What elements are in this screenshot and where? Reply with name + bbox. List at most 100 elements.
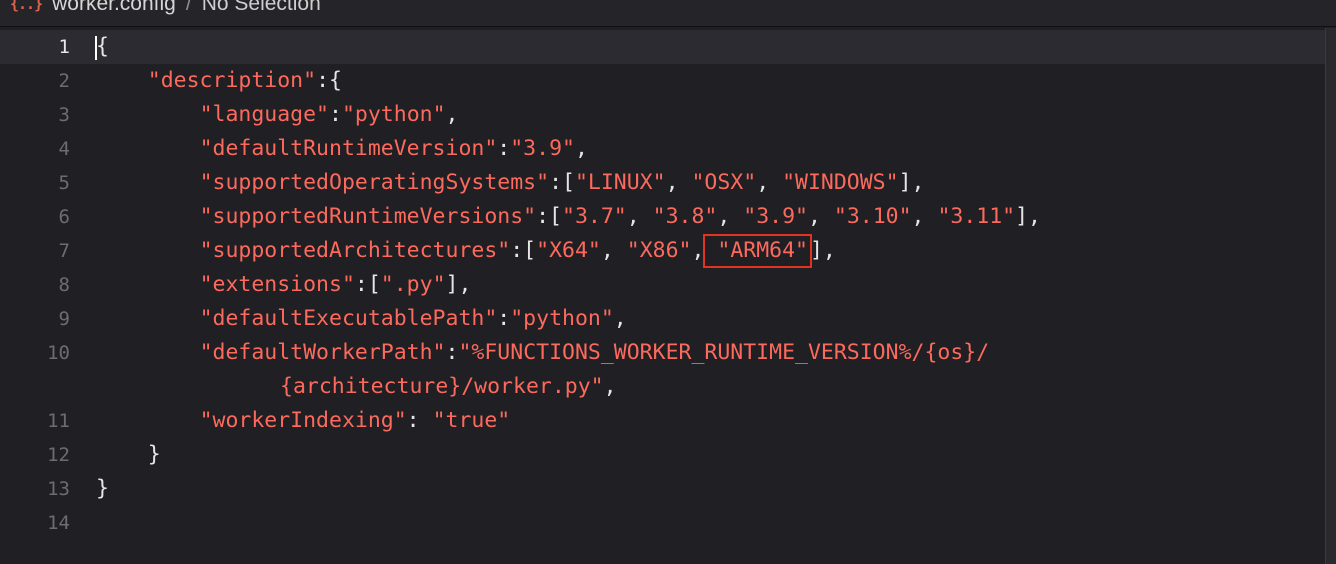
json-key: "description": [147, 68, 317, 93]
json-punctuation: ,: [603, 374, 617, 399]
json-punctuation: ,: [574, 136, 588, 161]
json-string: ".py": [380, 272, 446, 297]
json-key: "supportedRuntimeVersions": [199, 204, 537, 229]
json-brace: {: [96, 34, 109, 59]
line-number: 4: [58, 138, 70, 160]
code-line[interactable]: 2 "description":{: [0, 64, 1325, 98]
highlight-annotation-box: "ARM64": [703, 234, 812, 268]
json-string: "3.9": [743, 204, 808, 229]
wrapped-continuation: {architecture}/worker.py",: [96, 370, 989, 404]
json-punctuation: ,: [445, 102, 459, 127]
json-punctuation: ],: [1015, 204, 1041, 229]
json-string: "3.11": [937, 204, 1016, 229]
json-string: "X64": [536, 238, 601, 263]
code-text: "workerIndexing": "true": [96, 404, 511, 438]
json-string: {architecture}/worker.py": [280, 374, 604, 399]
line-number: 10: [47, 342, 70, 364]
line-number: 9: [58, 308, 70, 330]
json-punctuation: ,: [911, 204, 938, 229]
json-punctuation: ],: [898, 170, 925, 195]
json-key: "defaultExecutablePath": [199, 306, 498, 331]
code-line[interactable]: 5 "supportedOperatingSystems":["LINUX", …: [0, 166, 1325, 200]
code-line[interactable]: 9 "defaultExecutablePath":"python",: [0, 302, 1325, 336]
code-text: "description":{: [96, 64, 342, 98]
json-string: "ARM64": [717, 238, 808, 263]
code-text: "defaultRuntimeVersion":"3.9",: [96, 132, 588, 166]
line-number: 12: [47, 444, 70, 466]
vertical-scrollbar[interactable]: [1325, 28, 1336, 564]
json-punctuation: :[: [549, 170, 575, 195]
breadcrumb-selection[interactable]: No Selection: [202, 0, 321, 16]
line-number: 11: [47, 410, 70, 432]
json-key: "extensions": [199, 272, 355, 297]
jump-bar: {..} worker.config / No Selection: [0, 0, 1336, 27]
code-line[interactable]: 11 "workerIndexing": "true": [0, 404, 1325, 438]
json-brace: }: [96, 476, 109, 501]
json-string: "%FUNCTIONS_WORKER_RUNTIME_VERSION%/{os}…: [458, 340, 990, 365]
json-punctuation: :: [445, 340, 459, 365]
line-number: 13: [47, 478, 70, 500]
code-text: "supportedArchitectures":["X64", "X86", …: [96, 234, 836, 268]
json-key: "supportedArchitectures": [199, 238, 511, 263]
json-punctuation: ,: [665, 170, 692, 195]
line-number: 8: [58, 274, 70, 296]
code-text: "language":"python",: [96, 98, 459, 132]
json-string: "true": [432, 408, 511, 433]
json-string: "3.9": [510, 136, 575, 161]
json-key: "defaultWorkerPath": [199, 340, 446, 365]
json-string: "WINDOWS": [782, 170, 899, 195]
code-text: "defaultWorkerPath":"%FUNCTIONS_WORKER_R…: [96, 336, 990, 404]
json-punctuation: ,: [600, 238, 627, 263]
json-string: "3.8": [652, 204, 718, 229]
code-text: "supportedRuntimeVersions":["3.7", "3.8"…: [96, 200, 1041, 234]
code-line[interactable]: 8 "extensions":[".py"],: [0, 268, 1325, 302]
json-punctuation: :: [497, 306, 511, 331]
json-key: "defaultRuntimeVersion": [199, 136, 498, 161]
code-line[interactable]: 1 {: [0, 30, 1325, 64]
json-string: "LINUX": [574, 170, 666, 195]
json-string: "python": [341, 102, 446, 127]
line-number: 6: [58, 206, 70, 228]
code-line[interactable]: 6 "supportedRuntimeVersions":["3.7", "3.…: [0, 200, 1325, 234]
breadcrumb: {..} worker.config / No Selection: [10, 0, 321, 16]
json-punctuation: ,: [717, 204, 744, 229]
line-number: 5: [58, 172, 70, 194]
json-punctuation: :: [497, 136, 511, 161]
json-file-icon: {..}: [10, 0, 43, 13]
breadcrumb-separator: /: [185, 0, 192, 15]
json-punctuation: :[: [354, 272, 381, 297]
json-punctuation: ,: [613, 306, 627, 331]
line-number: 14: [47, 512, 70, 534]
json-key: "supportedOperatingSystems": [199, 170, 550, 195]
code-text: "supportedOperatingSystems":["LINUX", "O…: [96, 166, 925, 200]
json-punctuation: ],: [445, 272, 472, 297]
line-number: 7: [58, 240, 70, 262]
code-text: "extensions":[".py"],: [96, 268, 472, 302]
code-line[interactable]: 10 "defaultWorkerPath":"%FUNCTIONS_WORKE…: [0, 336, 1325, 404]
code-line[interactable]: 14: [0, 506, 1325, 540]
json-string: "X86": [626, 238, 692, 263]
line-number: 2: [58, 70, 70, 92]
json-punctuation: :{: [316, 68, 342, 93]
code-line[interactable]: 12 }: [0, 438, 1325, 472]
code-text: }: [96, 472, 109, 506]
json-punctuation: :[: [510, 238, 537, 263]
json-punctuation: ,: [626, 204, 653, 229]
code-line[interactable]: 7 "supportedArchitectures":["X64", "X86"…: [0, 234, 1325, 268]
json-key: "workerIndexing": [199, 408, 407, 433]
code-line[interactable]: 4 "defaultRuntimeVersion":"3.9",: [0, 132, 1325, 166]
json-string: "3.10": [833, 204, 912, 229]
json-punctuation: ],: [809, 238, 836, 263]
json-key: "language": [199, 102, 330, 127]
code-text: "defaultExecutablePath":"python",: [96, 302, 627, 336]
json-punctuation: :[: [536, 204, 562, 229]
code-line[interactable]: 13 }: [0, 472, 1325, 506]
json-string: "python": [510, 306, 614, 331]
json-punctuation: :: [406, 408, 433, 433]
line-number: 3: [58, 104, 70, 126]
code-line[interactable]: 3 "language":"python",: [0, 98, 1325, 132]
json-punctuation: :: [329, 102, 342, 127]
code-editor[interactable]: 1 { 2 "description":{ 3 "language":"pyth…: [0, 30, 1325, 564]
breadcrumb-file-name[interactable]: worker.config: [52, 0, 176, 16]
code-text: {: [96, 30, 109, 64]
